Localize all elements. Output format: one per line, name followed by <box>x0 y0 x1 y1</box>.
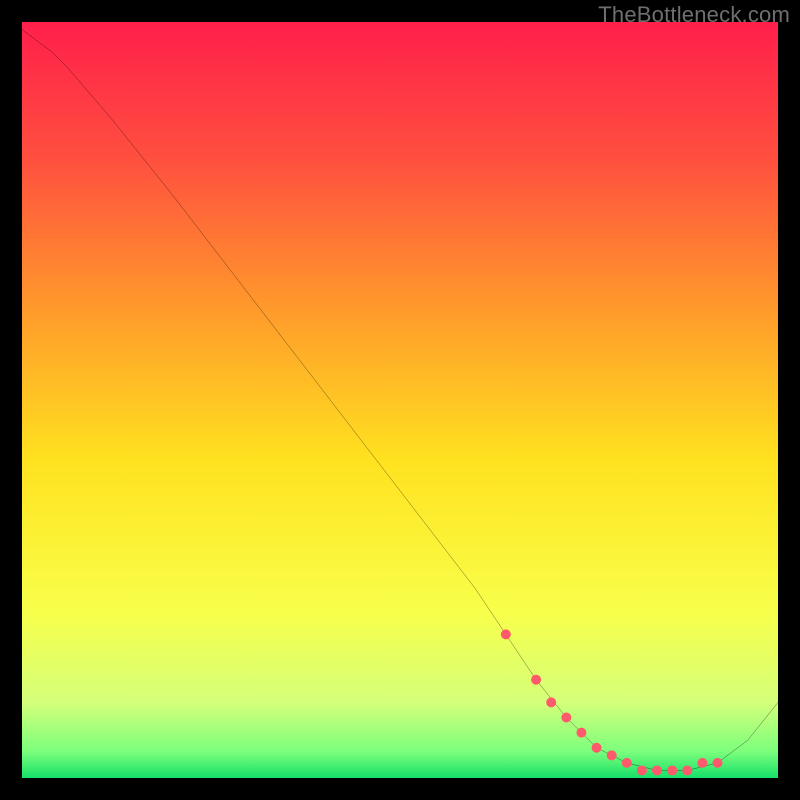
marker-dot <box>576 728 586 738</box>
marker-dot <box>682 765 692 775</box>
marker-dot <box>546 697 556 707</box>
marker-dot <box>592 743 602 753</box>
marker-dot <box>531 675 541 685</box>
chart-background <box>22 22 778 778</box>
marker-dot <box>697 758 707 768</box>
marker-dot <box>561 713 571 723</box>
marker-dot <box>622 758 632 768</box>
chart-frame: TheBottleneck.com <box>0 0 800 800</box>
marker-dot <box>713 758 723 768</box>
marker-dot <box>501 629 511 639</box>
bottleneck-chart <box>22 22 778 778</box>
marker-dot <box>652 765 662 775</box>
marker-dot <box>607 750 617 760</box>
marker-dot <box>667 765 677 775</box>
marker-dot <box>637 765 647 775</box>
